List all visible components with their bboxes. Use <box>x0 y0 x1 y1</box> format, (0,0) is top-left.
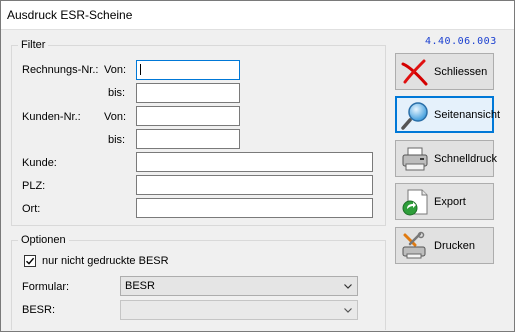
seitenansicht-button[interactable]: Seitenansicht <box>395 96 500 133</box>
filter-legend: Filter <box>21 39 46 51</box>
besr-select[interactable] <box>120 300 358 320</box>
rechnungs-nr-label: Rechnungs-Nr.: <box>22 64 99 76</box>
printer-icon <box>402 147 428 171</box>
kunde-label: Kunde: <box>22 157 57 169</box>
nur-nicht-gedruckte-checkbox[interactable] <box>24 255 36 267</box>
optionen-legend: Optionen <box>21 234 66 246</box>
kunden-bis-input[interactable] <box>136 129 240 149</box>
export-button[interactable]: Export <box>395 183 494 220</box>
formular-select[interactable]: BESR <box>120 276 358 296</box>
kunden-nr-label: Kunden-Nr.: <box>22 111 81 123</box>
window-title: Ausdruck ESR-Scheine <box>7 8 133 22</box>
rechnung-bis-label: bis: <box>108 87 126 99</box>
rechnung-von-label: Von: <box>104 64 127 76</box>
kunde-input[interactable] <box>136 152 373 172</box>
esr-print-window: Ausdruck ESR-Scheine 4.40.06.003 Filter … <box>0 0 515 332</box>
chevron-down-icon <box>344 284 352 289</box>
title-bar: Ausdruck ESR-Scheine <box>1 1 514 30</box>
ort-input[interactable] <box>136 198 373 218</box>
schliessen-label: Schliessen <box>434 66 488 78</box>
chevron-down-icon <box>344 308 352 313</box>
export-label: Export <box>434 196 466 208</box>
schnelldruck-button[interactable]: Schnelldruck <box>395 140 497 177</box>
seitenansicht-label: Seitenansicht <box>434 109 501 121</box>
formular-value: BESR <box>125 280 155 292</box>
schnelldruck-label: Schnelldruck <box>434 153 497 165</box>
magnifier-icon <box>401 102 428 130</box>
schliessen-button[interactable]: Schliessen <box>395 53 494 90</box>
export-icon <box>402 189 428 216</box>
kunden-von-label: Von: <box>104 111 127 123</box>
nur-nicht-gedruckte-label[interactable]: nur nicht gedruckte BESR <box>42 255 169 267</box>
kunden-von-input[interactable] <box>136 106 240 126</box>
tools-print-icon <box>402 231 426 259</box>
rechnung-von-input[interactable] <box>136 60 240 80</box>
version-label: 4.40.06.003 <box>425 36 497 47</box>
plz-label: PLZ: <box>22 180 46 192</box>
formular-label: Formular: <box>22 281 70 293</box>
red-x-icon <box>401 59 428 86</box>
drucken-button[interactable]: Drucken <box>395 227 494 264</box>
ort-label: Ort: <box>22 203 41 215</box>
besr-label: BESR: <box>22 304 56 316</box>
kunden-bis-label: bis: <box>108 134 126 146</box>
text-caret <box>140 64 141 75</box>
rechnung-bis-input[interactable] <box>136 83 240 103</box>
plz-input[interactable] <box>136 175 373 195</box>
drucken-label: Drucken <box>434 240 475 252</box>
checkmark-icon <box>26 257 35 265</box>
